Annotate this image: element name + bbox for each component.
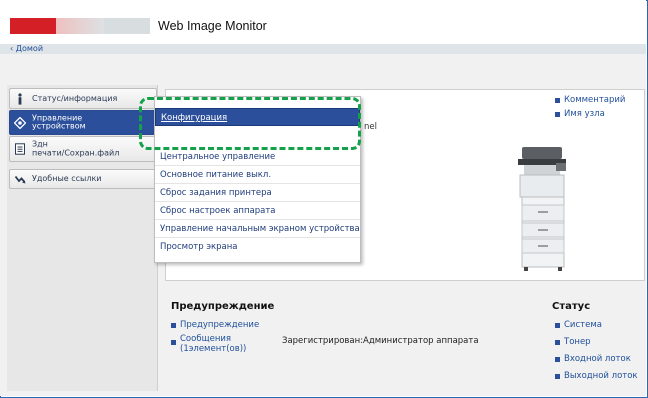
messages-link-label: Сообщения (1элемент(ов)) xyxy=(180,334,247,354)
sidebar-item-device-management[interactable]: Управление устройством xyxy=(9,110,157,135)
menu-item-reset-printer-job[interactable]: Сброс задания принтера xyxy=(155,184,360,202)
info-icon xyxy=(14,92,26,105)
warning-links: Предупреждение Сообщения (1элемент(ов)) xyxy=(171,320,259,354)
status-link-label: Входной лоток xyxy=(564,354,631,364)
warning-link[interactable]: Предупреждение xyxy=(171,320,259,330)
sidebar-item-label: Удобные ссылки xyxy=(32,173,102,183)
bullet-icon xyxy=(171,322,176,328)
link-icon xyxy=(14,173,26,185)
status-links: Система Тонер Входной лоток Выходной лот… xyxy=(555,320,638,388)
device-links: Комментарий Имя узла xyxy=(555,95,625,123)
host-name-link[interactable]: Имя узла xyxy=(555,109,625,119)
sidebar-item-status[interactable]: Статус/информация xyxy=(9,88,157,109)
sidebar-item-label: Статус/информация xyxy=(32,93,118,103)
status-system-link[interactable]: Система xyxy=(555,320,638,330)
comment-link[interactable]: Комментарий xyxy=(555,95,625,105)
warning-link-label: Предупреждение xyxy=(180,320,260,330)
sidebar-item-useful-links[interactable]: Удобные ссылки xyxy=(9,169,157,189)
status-link-label: Тонер xyxy=(564,337,591,347)
print-job-icon xyxy=(14,143,26,155)
menu-item-central-management[interactable]: Центральное управление xyxy=(155,148,360,166)
title-bar: Web Image Monitor xyxy=(0,0,646,44)
warning-heading: Предупреждение xyxy=(171,301,275,312)
bullet-icon xyxy=(555,373,560,379)
menu-item-reset-machine[interactable]: Сброс настроек аппарата xyxy=(155,202,360,220)
sidebar-item-print-jobs[interactable]: Здн печати/Сохран.файл xyxy=(9,136,157,162)
sidebar-item-label: Управление устройством xyxy=(32,113,86,131)
bullet-icon xyxy=(555,97,560,103)
menu-item-screen-monitoring[interactable]: Просмотр экрана xyxy=(155,238,360,256)
bullet-icon xyxy=(171,340,176,345)
status-link-label: Выходной лоток xyxy=(564,371,638,381)
status-link-label: Система xyxy=(564,320,602,330)
messages-link[interactable]: Сообщения (1элемент(ов)) xyxy=(171,334,259,354)
home-bar: ‹ Домой xyxy=(0,44,646,54)
menu-item-main-power-off[interactable]: Основное питание выкл. xyxy=(155,166,360,184)
bullet-icon xyxy=(555,322,560,328)
bullet-icon xyxy=(555,356,560,362)
printer-image xyxy=(518,147,566,271)
status-input-tray-link[interactable]: Входной лоток xyxy=(555,354,638,364)
status-toner-link[interactable]: Тонер xyxy=(555,337,638,347)
home-link[interactable]: ‹ Домой xyxy=(10,44,43,54)
bullet-icon xyxy=(555,111,560,117)
sidebar-item-label: Здн печати/Сохран.файл xyxy=(32,139,120,157)
status-output-tray-link[interactable]: Выходной лоток xyxy=(555,371,638,381)
registered-message: Зарегистрирован:Администратор аппарата xyxy=(282,336,479,346)
highlight-annotation xyxy=(139,97,361,150)
partial-panel-text: nel xyxy=(364,122,377,132)
host-name-link-label: Имя узла xyxy=(564,109,605,119)
bullet-icon xyxy=(555,339,560,345)
comment-link-label: Комментарий xyxy=(564,95,626,105)
menu-item-home-screen-management[interactable]: Управление начальным экраном устройства xyxy=(155,220,360,238)
device-management-icon xyxy=(13,116,27,129)
status-heading: Статус xyxy=(552,301,591,312)
brand-logo xyxy=(10,18,150,34)
app-title: Web Image Monitor xyxy=(158,19,267,33)
